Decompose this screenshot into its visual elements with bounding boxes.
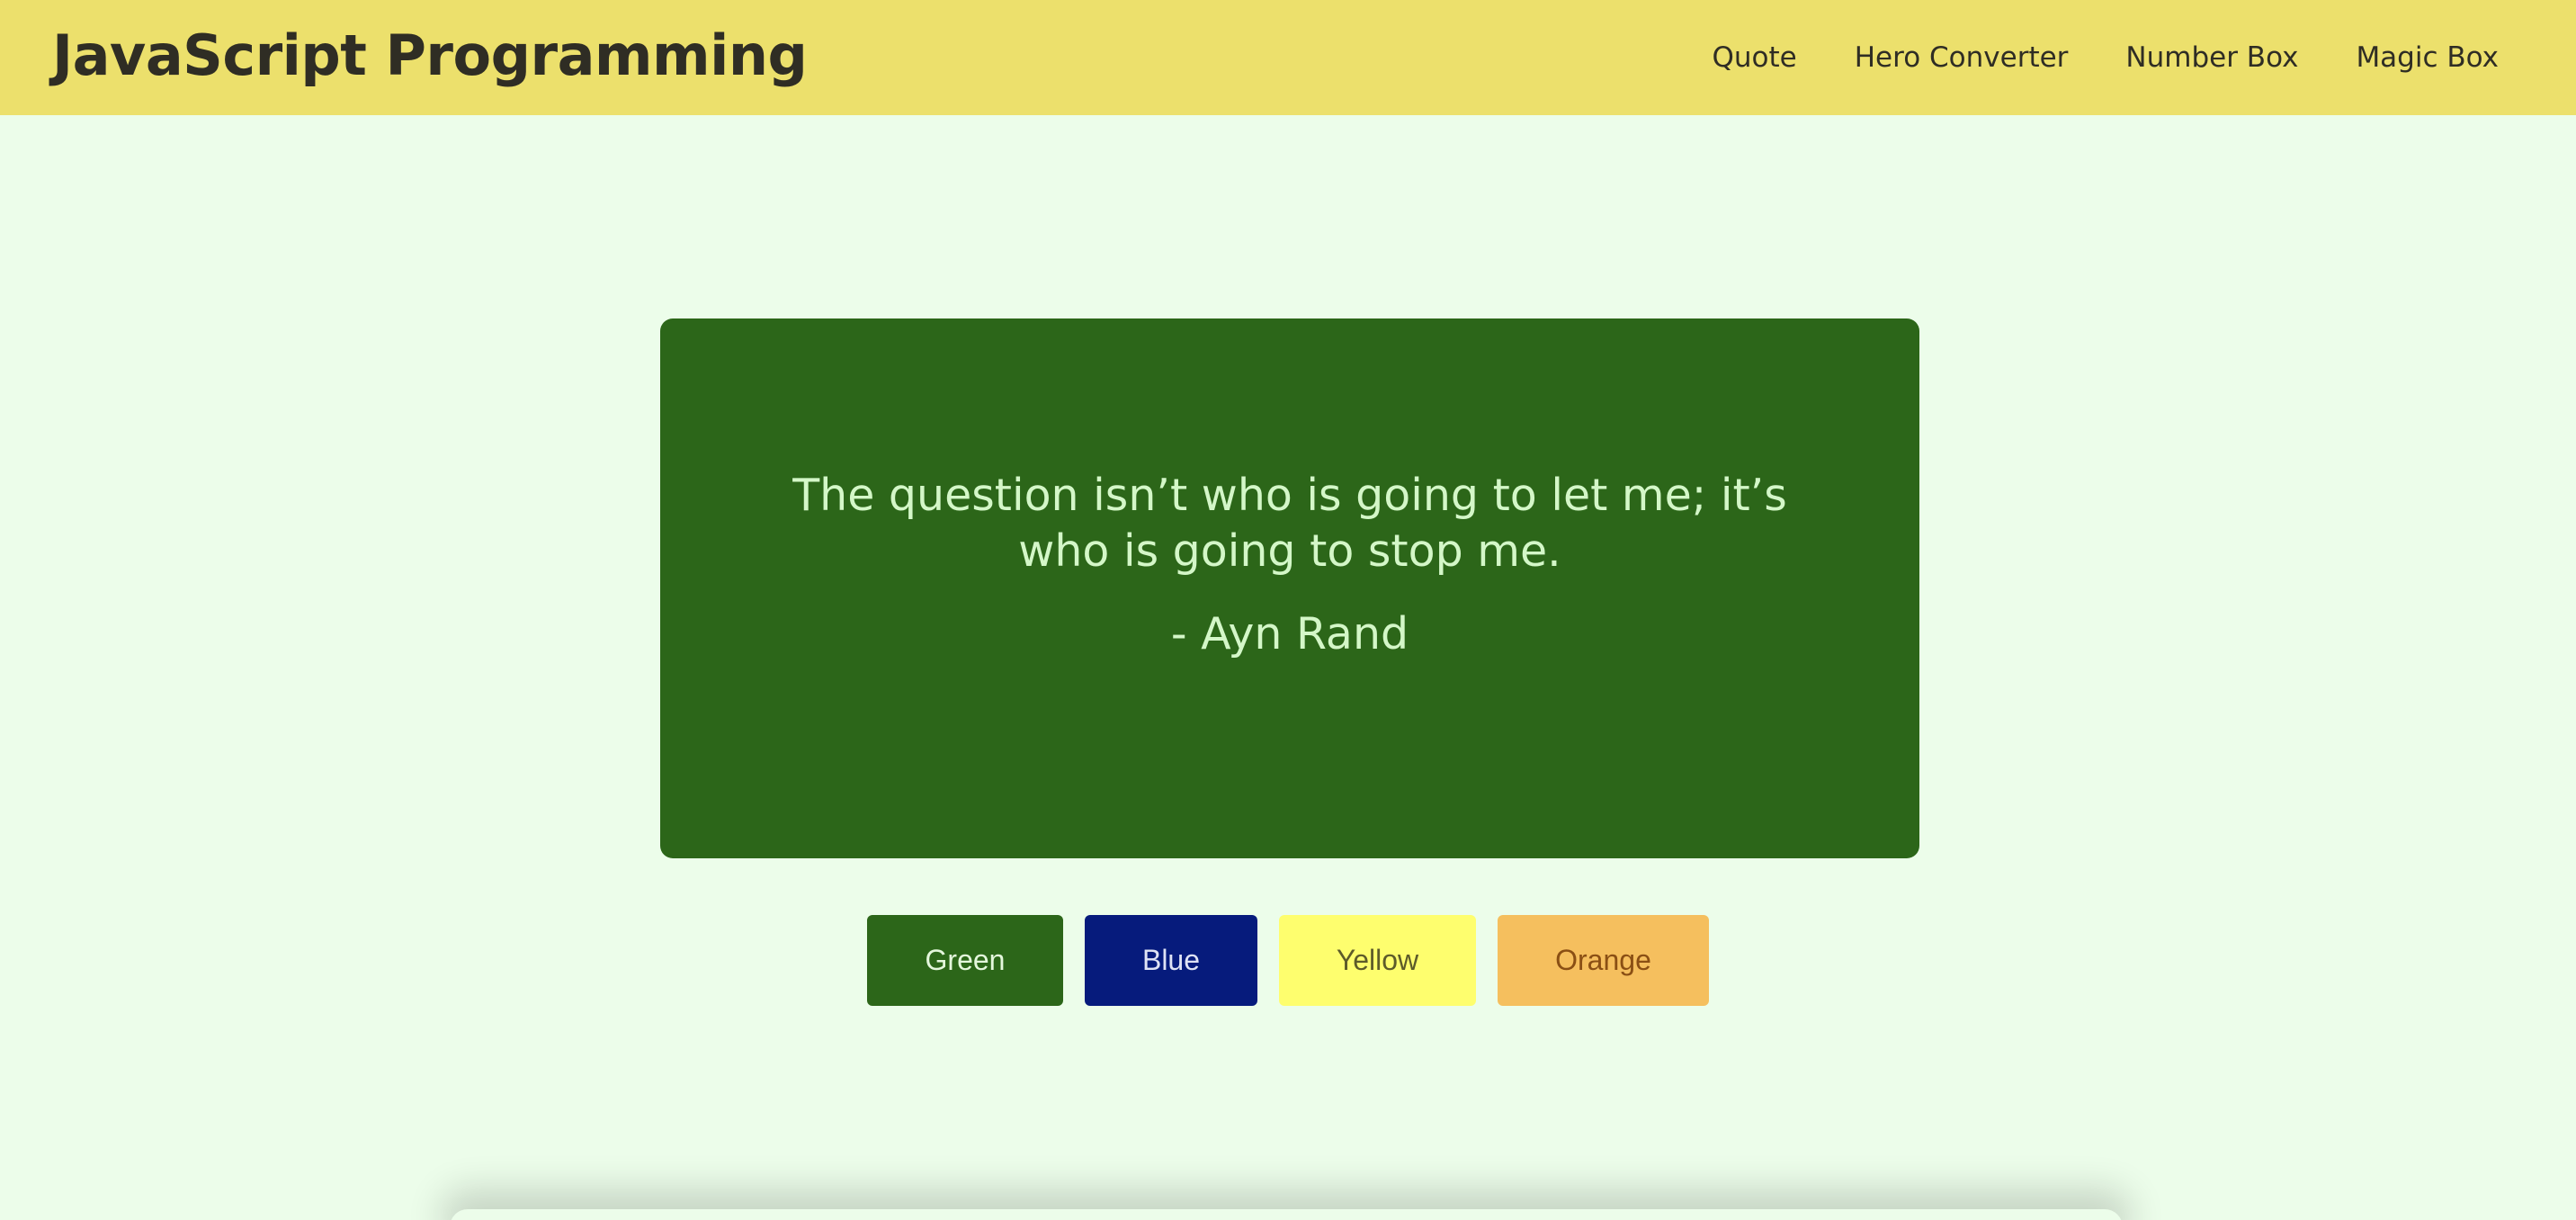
quote-author: - Ayn Rand <box>1170 608 1409 659</box>
nav-link-magic-box[interactable]: Magic Box <box>2356 41 2499 74</box>
nav-link-quote[interactable]: Quote <box>1713 41 1797 74</box>
nav-link-hero-converter[interactable]: Hero Converter <box>1855 41 2069 74</box>
blue-button[interactable]: Blue <box>1085 915 1257 1006</box>
color-button-group: Green Blue Yellow Orange <box>0 915 2576 1006</box>
green-button[interactable]: Green <box>867 915 1063 1006</box>
main-nav: Quote Hero Converter Number Box Magic Bo… <box>1713 36 2500 79</box>
next-section-edge <box>450 1209 2123 1220</box>
yellow-button[interactable]: Yellow <box>1279 915 1476 1006</box>
quote-card: The question isn’t who is going to let m… <box>660 318 1919 858</box>
brand-title: JavaScript Programming <box>52 22 808 88</box>
top-header: JavaScript Programming Quote Hero Conver… <box>0 0 2576 115</box>
quote-text: The question isn’t who is going to let m… <box>792 470 1787 577</box>
orange-button[interactable]: Orange <box>1498 915 1709 1006</box>
nav-link-number-box[interactable]: Number Box <box>2125 41 2298 74</box>
